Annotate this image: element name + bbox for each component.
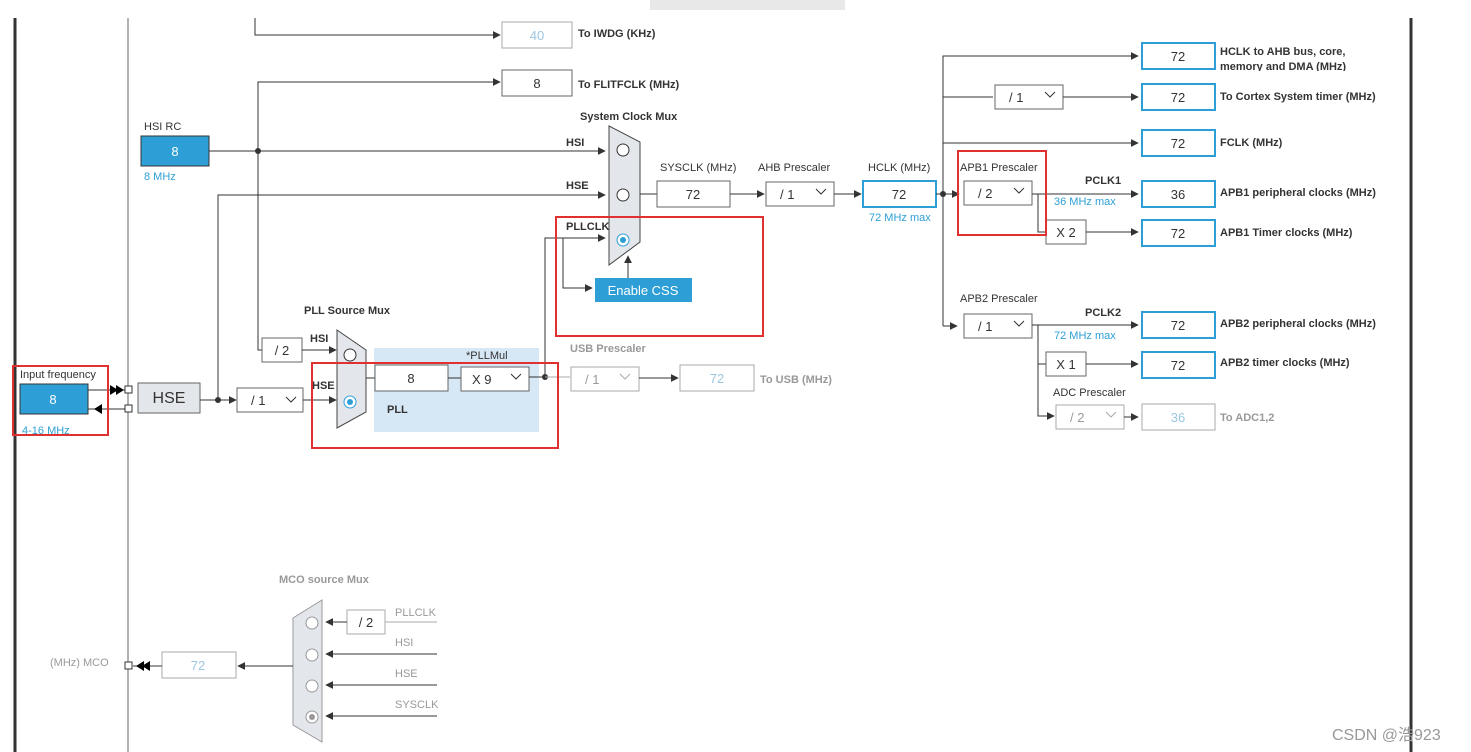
- sysmux-hse-radio[interactable]: [616, 188, 630, 202]
- usb-out-value: 72: [710, 371, 724, 386]
- apb2-prescaler-value: / 1: [978, 319, 992, 334]
- ahb-prescaler-value: / 1: [780, 187, 794, 202]
- apb1-prescaler-value: / 2: [978, 186, 992, 201]
- apb1-prescaler-select[interactable]: [963, 180, 1033, 206]
- sysclk-label: SYSCLK (MHz): [660, 162, 736, 174]
- apb2-timer-value: 72: [1171, 358, 1185, 373]
- flitf-label: To FLITFCLK (MHz): [578, 79, 680, 91]
- mco-out-value: 72: [191, 658, 205, 673]
- flitf-value: 8: [533, 76, 540, 91]
- mco-hsi-radio[interactable]: [305, 648, 319, 662]
- system-clock-mux-label: System Clock Mux: [580, 111, 678, 123]
- apb1-mult-value: X 2: [1056, 225, 1076, 240]
- ahb-prescaler-select[interactable]: [765, 181, 835, 207]
- usb-div-value: / 1: [585, 372, 599, 387]
- pll-mux-hsi: HSI: [310, 333, 328, 345]
- apb1-timer-value: 72: [1171, 226, 1185, 241]
- pll-mul-label: *PLLMul: [466, 350, 508, 362]
- apb2-mult-value: X 1: [1056, 357, 1076, 372]
- ahb-output-label-1: HCLK to AHB bus, core,: [1220, 46, 1346, 58]
- pll-source-mux-label: PLL Source Mux: [304, 305, 391, 317]
- pclk2-label: PCLK2: [1085, 307, 1121, 319]
- input-frequency-label: Input frequency: [20, 369, 96, 381]
- clock-tree-diagram: 40 To IWDG (KHz) 8 To FLITFCLK (MHz) HSI…: [12, 0, 1441, 752]
- sysmux-hse: HSE: [566, 180, 589, 192]
- hclk-max: 72 MHz max: [869, 212, 931, 224]
- fclk-output-label: FCLK (MHz): [1220, 137, 1283, 149]
- sysmux-hsi-radio[interactable]: [616, 143, 630, 157]
- pll-mux-hse: HSE: [312, 380, 335, 392]
- watermark: CSDN @浩923: [1332, 726, 1441, 744]
- apb1-max: 36 MHz max: [1054, 196, 1116, 208]
- apb2-periph-label: APB2 peripheral clocks (MHz): [1220, 318, 1376, 330]
- mco-mux-label: MCO source Mux: [279, 574, 370, 586]
- hsi-rc-label: HSI RC: [144, 121, 181, 133]
- pll-source-mux: [336, 329, 367, 429]
- ahb-output-value: 72: [1171, 49, 1185, 64]
- iwdg-label: To IWDG (KHz): [578, 28, 656, 40]
- cortex-output-value: 72: [1171, 90, 1185, 105]
- hse-div-value: / 1: [251, 393, 265, 408]
- sysmux-pllclk: PLLCLK: [566, 221, 609, 233]
- usb-prescaler-label: USB Prescaler: [570, 343, 647, 355]
- apb2-prescaler-select[interactable]: [963, 313, 1033, 339]
- apb1-prescaler-label: APB1 Prescaler: [960, 162, 1038, 174]
- mco-sysclk-label: SYSCLK: [395, 699, 439, 711]
- apb1-periph-value: 36: [1171, 187, 1185, 202]
- mco-div-value: / 2: [359, 615, 373, 630]
- highlight-pllclk: [555, 216, 764, 337]
- pll-hsi-div-value: / 2: [275, 343, 289, 358]
- mco-hse-label: HSE: [395, 668, 418, 680]
- adc-prescaler-value: / 2: [1070, 410, 1084, 425]
- mco-pllclk-radio[interactable]: [305, 616, 319, 630]
- enable-css-label: Enable CSS: [608, 283, 679, 298]
- cortex-div-select[interactable]: [994, 84, 1064, 110]
- iwdg-value: 40: [530, 28, 544, 43]
- top-scroll-fragment: [650, 0, 845, 10]
- pll-mux-hsi-radio[interactable]: [343, 348, 357, 362]
- apb1-timer-label: APB1 Timer clocks (MHz): [1220, 227, 1353, 239]
- pll-input-value: 8: [407, 371, 414, 386]
- pll-mul-value: X 9: [472, 372, 492, 387]
- usb-div-select[interactable]: [570, 366, 640, 392]
- hse-block-label: HSE: [153, 390, 186, 407]
- input-frequency-value: 8: [49, 392, 56, 407]
- adc-prescaler-select[interactable]: [1055, 404, 1125, 430]
- adc-out-value: 36: [1171, 410, 1185, 425]
- mco-out-label: (MHz) MCO: [50, 657, 109, 669]
- pclk1-label: PCLK1: [1085, 175, 1121, 187]
- hclk-value: 72: [892, 187, 906, 202]
- fclk-output-value: 72: [1171, 136, 1185, 151]
- ahb-prescaler-label: AHB Prescaler: [758, 162, 830, 174]
- usb-out-label: To USB (MHz): [760, 374, 832, 386]
- mco-hse-radio[interactable]: [305, 679, 319, 693]
- sysmux-hsi: HSI: [566, 137, 584, 149]
- hsi-rc-freq: 8 MHz: [144, 171, 176, 183]
- adc-prescaler-label: ADC Prescaler: [1053, 387, 1126, 399]
- apb2-prescaler-label: APB2 Prescaler: [960, 293, 1038, 305]
- adc-out-label: To ADC1,2: [1220, 412, 1274, 424]
- sysclk-value: 72: [686, 187, 700, 202]
- apb2-max: 72 MHz max: [1054, 330, 1116, 342]
- mco-hsi-label: HSI: [395, 637, 413, 649]
- apb1-periph-label: APB1 peripheral clocks (MHz): [1220, 187, 1376, 199]
- apb2-periph-value: 72: [1171, 318, 1185, 333]
- cortex-div-value: / 1: [1009, 90, 1023, 105]
- hclk-label: HCLK (MHz): [868, 162, 930, 174]
- mco-pllclk-label: PLLCLK: [395, 607, 437, 619]
- cortex-output-label: To Cortex System timer (MHz): [1220, 91, 1376, 103]
- apb2-timer-label: APB2 timer clocks (MHz): [1220, 357, 1350, 369]
- hsi-rc-value: 8: [171, 144, 178, 159]
- pll-label: PLL: [387, 404, 408, 416]
